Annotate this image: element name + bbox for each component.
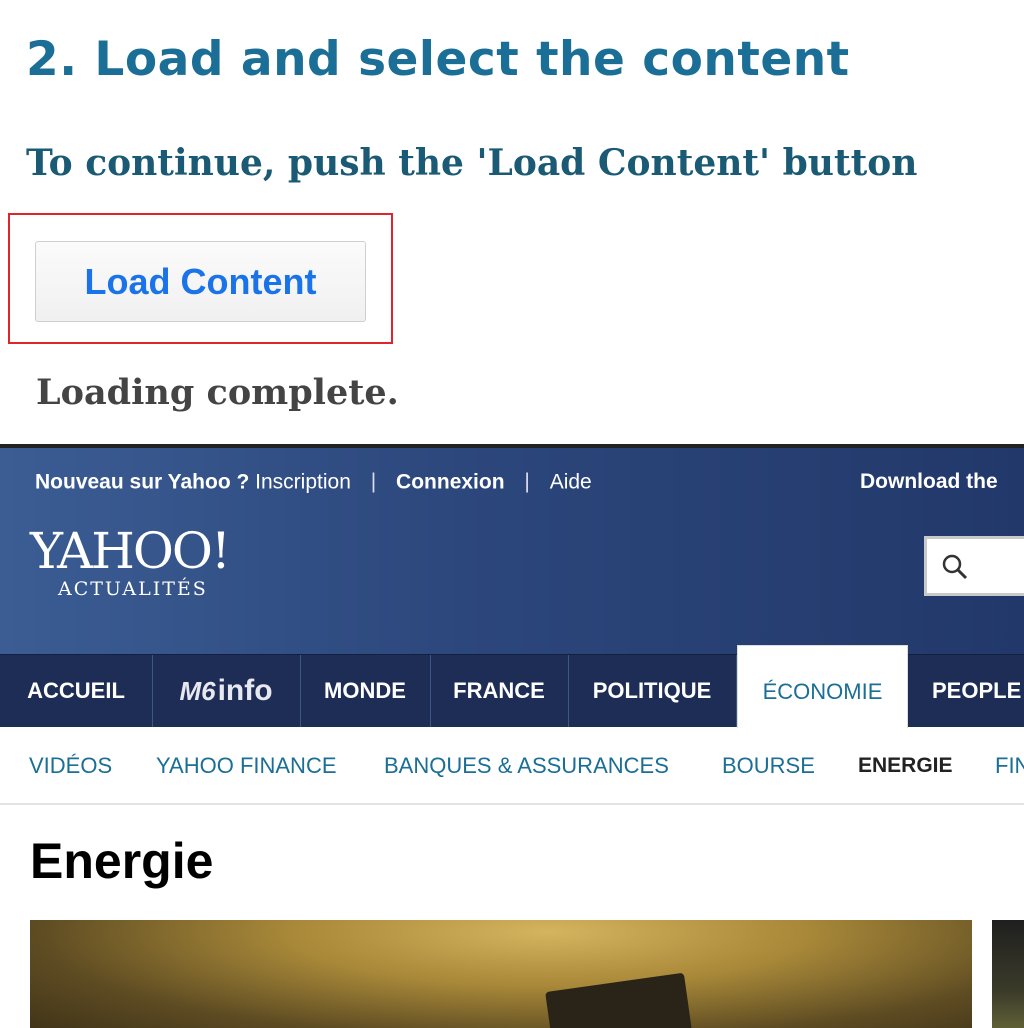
step-title: 2. Load and select the content bbox=[26, 32, 850, 87]
topbar-separator: | bbox=[370, 470, 377, 494]
connexion-link[interactable]: Connexion bbox=[396, 470, 505, 493]
nav-france[interactable]: FRANCE bbox=[430, 655, 569, 727]
main-nav: ACCUEIL M6info MONDE FRANCE POLITIQUE ÉC… bbox=[0, 645, 1024, 728]
instruction-text: To continue, push the 'Load Content' but… bbox=[26, 142, 918, 184]
sub-nav: VIDÉOS YAHOO FINANCE BANQUES & ASSURANCE… bbox=[0, 728, 1024, 805]
m6-logo-icon: M6 bbox=[179, 676, 216, 706]
topbar-separator: | bbox=[524, 470, 530, 494]
hero-article-image[interactable] bbox=[30, 920, 972, 1028]
yahoo-topbar: Nouveau sur Yahoo ? Inscription | Connex… bbox=[35, 470, 592, 494]
nav-label: MONDE bbox=[324, 678, 406, 703]
aide-link[interactable]: Aide bbox=[550, 470, 592, 493]
subnav-energie[interactable]: ENERGIE bbox=[858, 728, 953, 803]
info-label: info bbox=[217, 674, 273, 707]
nav-label: PEOPLE bbox=[932, 678, 1022, 703]
subnav-bourse[interactable]: BOURSE bbox=[722, 728, 815, 803]
search-input[interactable] bbox=[924, 536, 1024, 596]
subnav-banques-assurances[interactable]: BANQUES & ASSURANCES bbox=[384, 728, 669, 803]
yahoo-page-preview: Nouveau sur Yahoo ? Inscription | Connex… bbox=[0, 444, 1024, 1028]
nav-economie[interactable]: ÉCONOMIE bbox=[737, 645, 908, 728]
download-app-link[interactable]: Download the bbox=[860, 470, 998, 494]
subnav-yahoo-finance[interactable]: YAHOO FINANCE bbox=[156, 728, 337, 803]
nav-label: ACCUEIL bbox=[27, 678, 125, 703]
nav-label: ÉCONOMIE bbox=[762, 679, 883, 704]
load-content-button[interactable]: Load Content bbox=[35, 241, 366, 322]
actualites-label: ACTUALITÉS bbox=[58, 578, 208, 600]
section-title: Energie bbox=[30, 833, 214, 889]
side-article-thumbnail[interactable] bbox=[992, 920, 1024, 1028]
new-to-yahoo-text: Nouveau sur Yahoo ? bbox=[35, 470, 250, 494]
search-icon bbox=[942, 554, 968, 580]
nav-accueil[interactable]: ACCUEIL bbox=[0, 655, 153, 727]
nav-label: FRANCE bbox=[453, 678, 545, 703]
nav-people[interactable]: PEOPLE bbox=[907, 655, 1024, 727]
inscription-link[interactable]: Inscription bbox=[255, 470, 351, 493]
subnav-videos[interactable]: VIDÉOS bbox=[29, 728, 112, 803]
yahoo-header: Nouveau sur Yahoo ? Inscription | Connex… bbox=[0, 448, 1024, 654]
nav-m6-info[interactable]: M6info bbox=[152, 655, 301, 727]
nav-monde[interactable]: MONDE bbox=[300, 655, 431, 727]
hero-image-detail bbox=[545, 972, 695, 1028]
nav-label: POLITIQUE bbox=[592, 678, 712, 703]
loading-status: Loading complete. bbox=[36, 372, 399, 413]
subnav-fin[interactable]: FIN bbox=[995, 728, 1024, 803]
yahoo-logo-text: YAHOO! bbox=[30, 522, 231, 580]
yahoo-actualites-logo[interactable]: YAHOO! ACTUALITÉS bbox=[30, 522, 231, 600]
nav-politique[interactable]: POLITIQUE bbox=[568, 655, 737, 727]
